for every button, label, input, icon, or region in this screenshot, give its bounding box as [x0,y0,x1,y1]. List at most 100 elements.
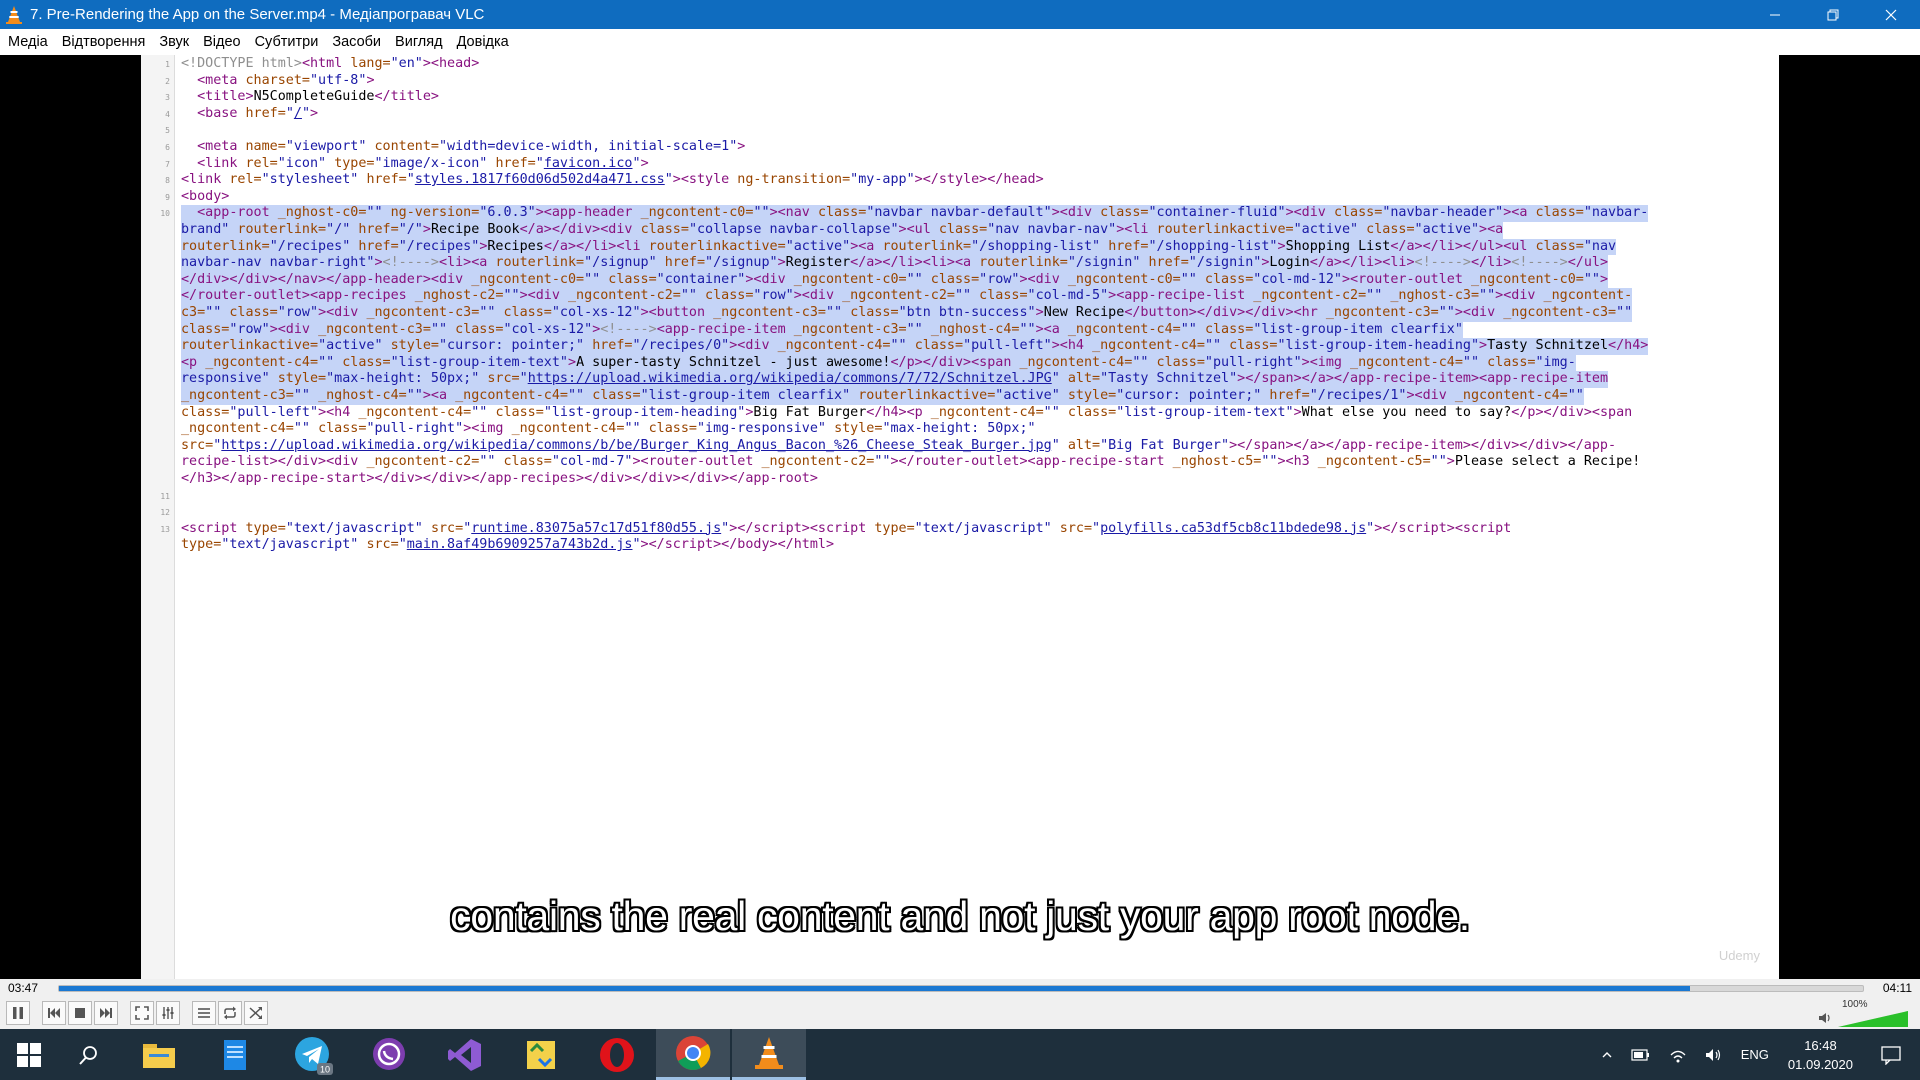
code-line: <title>N5CompleteGuide</title> [197,89,439,105]
playlist-button[interactable] [192,1001,216,1025]
chevron-up-icon[interactable] [1601,1050,1613,1060]
line-number: 8 [165,176,170,186]
start-button[interactable] [0,1029,58,1080]
loop-icon [224,1006,236,1020]
taskbar-opera[interactable] [580,1029,654,1080]
menu-tools[interactable]: Засоби [325,34,388,50]
restore-icon [1827,9,1839,20]
taskbar-telegram[interactable]: 10 [276,1029,350,1080]
line-number: 12 [160,508,170,518]
line-number: 11 [160,491,170,501]
code-line: type="text/javascript" src="main.8af49b6… [181,537,835,553]
notifications-icon[interactable] [1880,1045,1902,1065]
line-number: 1 [165,60,170,69]
skip-forward-icon [100,1008,112,1018]
menu-subtitles[interactable]: Субтитри [248,34,326,50]
taskbar-vlc[interactable] [732,1029,806,1080]
search-button[interactable] [60,1029,118,1080]
code-line: _ngcontent-c4="" class="pull-right"><img… [181,421,1036,437]
menu-help[interactable]: Довідка [450,34,516,50]
line-number: 10 [160,209,170,219]
volume-percent: 100% [1842,999,1868,1010]
code-line: <meta charset="utf-8"> [197,72,375,88]
taskbar-visual-studio[interactable] [428,1029,502,1080]
pause-button[interactable] [6,1001,30,1025]
restore-button[interactable] [1804,0,1862,29]
line-number: 2 [165,76,170,86]
pause-icon [13,1007,23,1019]
system-tray: ENG 16:48 01.09.2020 [1592,1029,1920,1080]
volume-slider[interactable] [1838,1011,1908,1027]
shuffle-icon [249,1007,262,1019]
code-line: class="row"><div _ngcontent-c3="" class=… [181,321,1463,339]
file-explorer-icon [143,1043,175,1068]
line-number: 5 [165,126,170,136]
visual-studio-icon [448,1038,481,1071]
skip-back-icon [48,1008,60,1018]
taskbar-viber[interactable] [352,1029,426,1080]
battery-icon[interactable] [1631,1048,1651,1061]
code-line: <body> [181,188,230,204]
windows-logo-icon [17,1042,41,1067]
menu-video[interactable]: Відео [196,34,247,50]
taskbar-chrome[interactable] [656,1029,730,1080]
code-line: routerlink="/recipes" href="/recipes">Re… [181,238,1617,256]
clock-time: 16:48 [1804,1037,1837,1053]
close-icon [1885,9,1897,20]
fullscreen-button[interactable] [130,1001,154,1025]
clock-date: 01.09.2020 [1787,1056,1853,1072]
taskbar-devtools[interactable] [504,1029,578,1080]
taskbar-notepad[interactable] [198,1029,272,1080]
code-line: navbar-nav navbar-right"><!----><li><a r… [181,255,1609,272]
code-line: _ngcontent-c3="" _nghost-c4=""><a _ngcon… [181,388,1584,405]
video-frame-source-view: 1 2 3 4 5 6 7 8 9 10 11 12 13 <!DOCTYPE html><html l… [141,55,1779,979]
wifi-icon[interactable] [1669,1047,1687,1063]
code-line: src="https://upload.wikimedia.org/wikipe… [181,437,1617,453]
code-line: <!DOCTYPE html><html lang="en"><head> [181,56,480,71]
menu-media[interactable]: Медіа [0,34,55,50]
close-button[interactable] [1862,0,1920,29]
minimize-icon [1770,14,1780,15]
menu-view[interactable]: Вигляд [388,34,450,50]
code-line: </h3></app-recipe-start></div></div></ap… [181,471,818,486]
vlc-cone-icon [6,5,22,24]
menu-playback[interactable]: Відтворення [55,34,153,50]
windows-taskbar: 10 ENG 16:48 01.09.2020 [0,1029,1920,1080]
code-line: responsive" style="max-height: 50px;" sr… [181,371,1609,388]
code-line: </div></div></nav></app-header><div _ngc… [181,271,1609,289]
code-line: <meta name="viewport" content="width=dev… [197,139,746,154]
language-indicator[interactable]: ENG [1741,1047,1769,1062]
speaker-icon [1819,1013,1830,1023]
volume-tray-icon[interactable] [1705,1047,1723,1063]
notepad-icon [224,1039,246,1070]
line-number: 4 [165,109,170,119]
minimize-button[interactable] [1746,0,1804,29]
extended-settings-button[interactable] [156,1001,180,1025]
loop-button[interactable] [218,1001,242,1025]
video-area[interactable]: 1 2 3 4 5 6 7 8 9 10 11 12 13 <!DOCTYPE html><html l… [0,55,1920,979]
line-number: 9 [165,192,170,202]
taskbar-file-explorer[interactable] [122,1029,196,1080]
code-line: recipe-list></div><div _ngcontent-c2="" … [181,454,1641,470]
seek-bar[interactable] [58,985,1864,992]
code-line: <link rel="icon" type="image/x-icon" hre… [197,155,649,171]
opera-icon [600,1037,634,1072]
vlc-icon [755,1037,783,1069]
total-time: 04:11 [1882,981,1912,995]
clock[interactable]: 16:48 01.09.2020 [1788,1036,1853,1074]
next-button[interactable] [94,1001,118,1025]
chrome-icon [676,1036,711,1070]
volume-control[interactable]: 100% [1818,999,1908,1027]
udemy-watermark: Udemy [1718,948,1760,963]
subtitle-text: contains the real content and not just y… [450,893,1470,939]
code-line: class="pull-left"><h4 _ngcontent-c4="" c… [181,404,1633,420]
code-line: <app-root _nghost-c0="" ng-version="6.0.… [181,205,1649,222]
menu-audio[interactable]: Звук [152,34,196,50]
elapsed-time: 03:47 [8,981,39,995]
previous-button[interactable] [42,1001,66,1025]
stop-button[interactable] [68,1001,92,1025]
telegram-badge: 10 [320,1064,330,1074]
devtools-icon [527,1040,555,1069]
playlist-icon [198,1008,210,1018]
shuffle-button[interactable] [244,1001,268,1025]
